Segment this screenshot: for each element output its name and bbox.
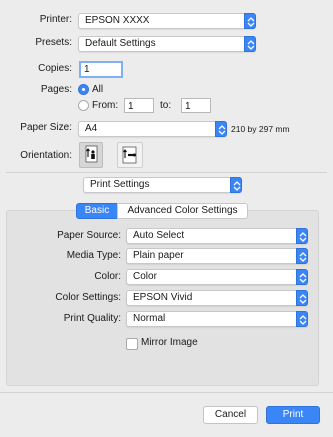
- cancel-button[interactable]: Cancel: [203, 406, 258, 424]
- chevron-updown-icon: [244, 13, 256, 29]
- paper-source-value: Auto Select: [133, 230, 185, 241]
- orientation-landscape-button[interactable]: [117, 142, 143, 168]
- presets-value: Default Settings: [85, 38, 156, 49]
- copies-field[interactable]: 1: [79, 61, 123, 78]
- color-value: Color: [133, 271, 157, 282]
- printer-label: Printer:: [39, 14, 72, 25]
- orientation-label: Orientation:: [20, 150, 72, 161]
- chevron-updown-icon: [244, 36, 256, 52]
- print-settings-value: Print Settings: [90, 179, 150, 190]
- color-settings-label: Color Settings:: [55, 292, 121, 303]
- print-quality-label: Print Quality:: [63, 313, 121, 324]
- chevron-updown-icon: [296, 311, 308, 327]
- media-type-label: Media Type:: [66, 250, 121, 261]
- pages-all-radio[interactable]: [78, 84, 89, 95]
- pages-from-radio[interactable]: [78, 100, 89, 111]
- paper-size-label: Paper Size:: [20, 122, 72, 133]
- print-button[interactable]: Print: [266, 406, 320, 424]
- presets-label: Presets:: [35, 37, 72, 48]
- chevron-updown-icon: [230, 177, 242, 193]
- chevron-updown-icon: [296, 269, 308, 285]
- mirror-image-checkbox[interactable]: [126, 338, 138, 350]
- pages-from-label: From:: [92, 100, 119, 111]
- presets-popup[interactable]: Default Settings: [78, 36, 256, 52]
- pages-label: Pages:: [40, 84, 72, 95]
- paper-size-value: A4: [85, 123, 98, 134]
- media-type-popup[interactable]: Plain paper: [126, 248, 308, 264]
- chevron-updown-icon: [296, 290, 308, 306]
- pages-from-field[interactable]: 1: [124, 98, 154, 113]
- color-popup[interactable]: Color: [126, 269, 308, 285]
- orientation-portrait-button[interactable]: [79, 142, 103, 168]
- color-label: Color:: [94, 271, 121, 282]
- paper-size-popup[interactable]: A4: [78, 121, 227, 137]
- tab-basic[interactable]: Basic: [76, 203, 118, 219]
- chevron-updown-icon: [296, 228, 308, 244]
- chevron-updown-icon: [215, 121, 227, 137]
- paper-source-label: Paper Source:: [57, 230, 121, 241]
- pages-to-field[interactable]: 1: [181, 98, 211, 113]
- landscape-orientation-icon: [122, 146, 137, 164]
- divider: [6, 172, 327, 173]
- portrait-orientation-icon: [85, 145, 98, 163]
- print-quality-popup[interactable]: Normal: [126, 311, 308, 327]
- chevron-updown-icon: [296, 248, 308, 264]
- tab-advanced-color-settings[interactable]: Advanced Color Settings: [117, 203, 248, 219]
- print-settings-popup[interactable]: Print Settings: [83, 177, 242, 193]
- paper-dimensions: 210 by 297 mm: [231, 124, 290, 134]
- media-type-value: Plain paper: [133, 250, 184, 261]
- print-quality-value: Normal: [133, 313, 166, 324]
- copies-label: Copies:: [38, 63, 72, 74]
- printer-value: EPSON XXXX: [85, 15, 150, 26]
- paper-source-popup[interactable]: Auto Select: [126, 228, 308, 244]
- mirror-image-label: Mirror Image: [141, 337, 198, 348]
- pages-to-label: to:: [160, 100, 172, 111]
- divider: [0, 392, 333, 393]
- color-settings-popup[interactable]: EPSON Vivid: [126, 290, 308, 306]
- printer-popup[interactable]: EPSON XXXX: [78, 13, 256, 29]
- pages-all-label: All: [92, 84, 104, 95]
- color-settings-value: EPSON Vivid: [133, 292, 193, 303]
